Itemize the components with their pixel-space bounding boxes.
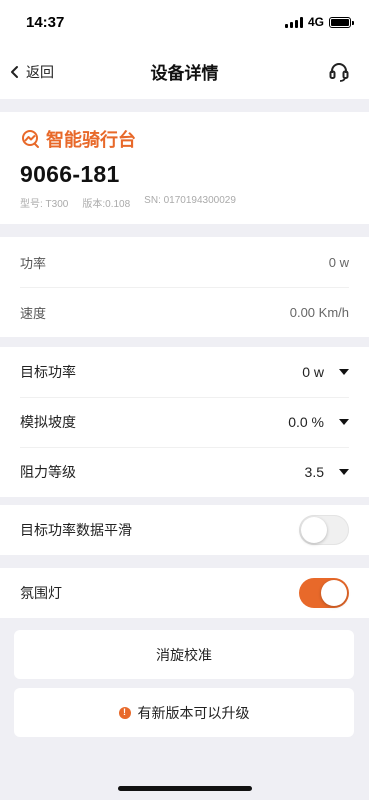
device-version: 版本:0.108 bbox=[82, 199, 131, 210]
resistance-label: 阻力等级 bbox=[20, 464, 76, 480]
network-type: 4G bbox=[307, 15, 324, 29]
customer-service-button[interactable] bbox=[327, 60, 351, 84]
brand-logo-icon bbox=[22, 130, 39, 148]
brand: 智能骑行台 bbox=[20, 126, 349, 152]
live-readings: 功率 0 w 速度 0.00 Km/h bbox=[0, 237, 369, 337]
toggle-knob bbox=[301, 517, 327, 543]
slope-value: 0.0 % bbox=[288, 414, 324, 430]
battery-icon bbox=[329, 16, 354, 28]
smoothing-toggle[interactable] bbox=[299, 515, 349, 545]
back-label: 返回 bbox=[26, 63, 54, 80]
firmware-upgrade-button[interactable]: ! 有新版本可以升级 bbox=[14, 688, 354, 737]
target-power-row[interactable]: 目标功率 0 w bbox=[0, 347, 369, 397]
status-bar: 14:37 4G bbox=[0, 0, 369, 44]
chevron-left-icon bbox=[11, 65, 18, 78]
headset-icon bbox=[329, 63, 349, 82]
resistance-select[interactable]: 3.5 bbox=[305, 464, 349, 480]
slope-row[interactable]: 模拟坡度 0.0 % bbox=[0, 397, 369, 447]
slope-label: 模拟坡度 bbox=[20, 414, 76, 430]
device-meta: 型号: T300 版本:0.108 SN: 0170194300029 bbox=[20, 195, 349, 210]
power-row: 功率 0 w bbox=[0, 237, 369, 287]
back-button[interactable]: 返回 bbox=[8, 44, 54, 99]
speed-value: 0.00 Km/h bbox=[289, 304, 349, 320]
status-indicators: 4G bbox=[284, 15, 354, 29]
device-name: 9066-181 bbox=[20, 161, 120, 187]
page-title: 设备详情 bbox=[150, 64, 219, 83]
ambient-light-toggle[interactable] bbox=[299, 578, 349, 608]
caret-down-icon bbox=[339, 369, 349, 375]
power-label: 功率 bbox=[20, 255, 47, 271]
caret-down-icon bbox=[339, 469, 349, 475]
calibrate-label: 消旋校准 bbox=[156, 646, 212, 663]
device-model: 型号: T300 bbox=[20, 199, 69, 210]
ambient-light-label: 氛围灯 bbox=[20, 585, 62, 601]
ambient-light-row: 氛围灯 bbox=[0, 568, 369, 618]
signal-icon bbox=[284, 16, 303, 28]
target-power-select[interactable]: 0 w bbox=[302, 364, 349, 380]
smoothing-section: 目标功率数据平滑 bbox=[0, 505, 369, 555]
alert-icon: ! bbox=[118, 706, 131, 719]
resistance-row[interactable]: 阻力等级 3.5 bbox=[0, 447, 369, 497]
status-time: 14:37 bbox=[26, 13, 65, 31]
nav-bar: 返回 设备详情 bbox=[0, 44, 369, 99]
smoothing-label: 目标功率数据平滑 bbox=[20, 522, 132, 538]
training-settings: 目标功率 0 w 模拟坡度 0.0 % 阻力等级 3.5 bbox=[0, 347, 369, 497]
caret-down-icon bbox=[339, 419, 349, 425]
toggle-knob bbox=[321, 580, 347, 606]
slope-select[interactable]: 0.0 % bbox=[288, 414, 349, 430]
brand-name: 智能骑行台 bbox=[46, 130, 136, 150]
target-power-label: 目标功率 bbox=[20, 364, 76, 380]
calibrate-button[interactable]: 消旋校准 bbox=[14, 630, 354, 679]
target-power-value: 0 w bbox=[302, 364, 324, 380]
speed-label: 速度 bbox=[20, 305, 47, 321]
speed-row: 速度 0.00 Km/h bbox=[0, 287, 369, 337]
power-value: 0 w bbox=[328, 254, 349, 270]
device-sn: SN: 0170194300029 bbox=[144, 195, 236, 206]
device-info-card: 智能骑行台 9066-181 型号: T300 版本:0.108 SN: 017… bbox=[0, 112, 369, 224]
ambient-light-section: 氛围灯 bbox=[0, 568, 369, 618]
smoothing-row: 目标功率数据平滑 bbox=[0, 505, 369, 555]
upgrade-label: 有新版本可以升级 bbox=[137, 704, 250, 721]
home-indicator bbox=[118, 786, 252, 791]
resistance-value: 3.5 bbox=[304, 464, 324, 480]
